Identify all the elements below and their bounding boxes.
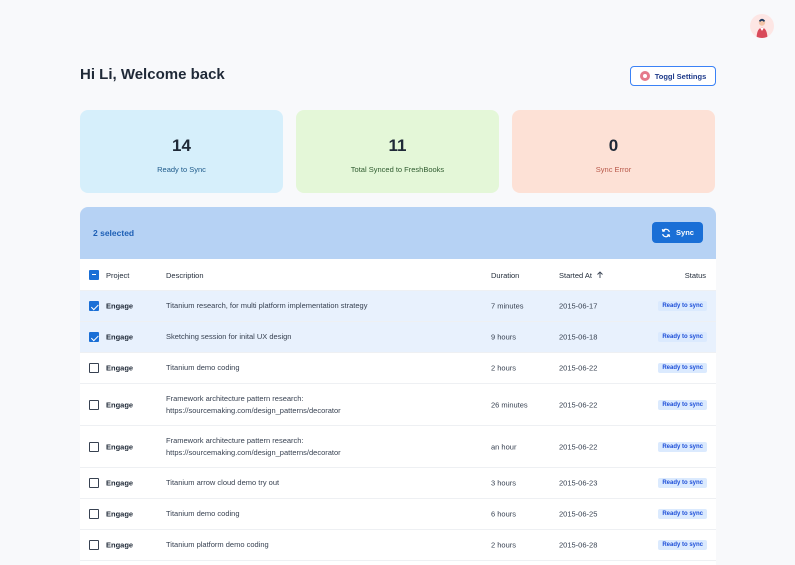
sync-icon [661, 228, 671, 237]
row-checkbox[interactable] [89, 301, 99, 311]
table-row[interactable]: Engage Titanium research, for multi platf… [80, 291, 716, 322]
stat-label: Total Synced to FreshBooks [350, 165, 445, 174]
row-checkbox[interactable] [89, 332, 99, 342]
row-project: Engage [106, 301, 134, 311]
row-description: Titanium arrow cloud demo try out [166, 477, 279, 489]
row-duration: 3 hours [491, 478, 517, 488]
status-badge: Ready to sync [658, 540, 707, 550]
stat-label: Sync Error [595, 165, 632, 174]
column-duration[interactable]: Duration [491, 271, 519, 280]
status-badge: Ready to sync [658, 301, 707, 311]
column-started-at[interactable]: Started At [559, 271, 604, 280]
toggl-icon [639, 71, 650, 81]
row-project: Engage [106, 540, 134, 550]
row-duration: 6 hours [491, 509, 517, 519]
table-header: Project Description Duration Started At … [80, 259, 716, 291]
row-project: Engage [106, 363, 134, 373]
table-row[interactable]: Engage Framework architecture pattern res… [80, 426, 716, 468]
sort-arrow-up-icon [597, 271, 603, 278]
row-description-line: Titanium platform demo coding [166, 540, 269, 549]
row-description: Sketching session for inital UX design [166, 331, 291, 343]
row-description-line: Sketching session for inital UX design [166, 332, 292, 341]
row-checkbox[interactable] [89, 399, 99, 410]
row-checkbox[interactable] [89, 540, 99, 550]
row-started-at: 2015-06-17 [559, 301, 598, 311]
stat-card-error: 0 Sync Error [512, 110, 715, 193]
row-checkbox[interactable] [89, 441, 99, 452]
toggl-settings-button[interactable]: Toggl Settings [630, 66, 716, 86]
selected-count: 2 selected [93, 228, 135, 238]
row-description-line: Titanium demo coding [166, 363, 240, 372]
column-status: Status [684, 271, 706, 280]
status-badge: Ready to sync [658, 399, 707, 410]
row-description-line: Titanium research, for multi platform im… [166, 301, 368, 310]
row-project: Engage [106, 478, 134, 488]
table-row[interactable]: Engage Framework architecture pattern res… [80, 384, 716, 426]
select-all-checkbox[interactable] [89, 269, 99, 280]
column-description[interactable]: Description [166, 271, 204, 280]
row-description-line: Titanium arrow cloud demo try out [166, 478, 280, 487]
status-badge: Ready to sync [658, 363, 707, 373]
row-duration: 9 hours [491, 332, 517, 342]
row-description-line: Titanium demo coding [166, 509, 240, 518]
row-project: Engage [106, 332, 134, 342]
row-description: Titanium research, for multi platform im… [166, 300, 367, 312]
row-project: Engage [106, 400, 134, 409]
row-description-link: https://sourcemaking.com/design_patterns… [166, 405, 341, 415]
status-badge: Ready to sync [658, 332, 707, 342]
selection-bar: 2 selected Sync [80, 207, 716, 259]
status-badge: Ready to sync [658, 441, 707, 452]
sync-label: Sync [676, 228, 694, 237]
table-row[interactable]: Engage Titanium demo coding 2 hours 2015-06… [80, 353, 716, 384]
row-checkbox[interactable] [89, 363, 99, 373]
row-started-at: 2015-06-18 [559, 332, 598, 342]
table-row[interactable]: Engage Titanium platform demo coding 2 hou… [80, 530, 716, 561]
row-started-at: 2015-06-22 [559, 363, 598, 373]
row-duration: 7 minutes [491, 301, 524, 311]
row-description-line: Framework architecture pattern research: [166, 435, 304, 445]
table-row[interactable]: Engage Titanium arrow cloud demo try out 3… [80, 468, 716, 499]
page-title: Hi Li, Welcome back [80, 66, 225, 83]
row-started-at: 2015-06-25 [559, 509, 598, 519]
row-project: Engage [106, 442, 134, 451]
column-project[interactable]: Project [106, 271, 129, 280]
entries-panel: 2 selected Sync Project Description Dura… [80, 207, 716, 565]
row-description: Titanium demo coding [166, 508, 240, 520]
row-description-link: https://sourcemaking.com/design_patterns… [166, 447, 341, 457]
row-description: Framework architecture pattern research:… [166, 435, 341, 459]
table-row[interactable]: Engage Titanium demo coding 6 hours 2015-06… [80, 499, 716, 530]
row-project: Engage [106, 509, 134, 519]
toggl-settings-label: Toggl Settings [654, 71, 707, 81]
row-checkbox[interactable] [89, 478, 99, 488]
row-duration: 26 minutes [491, 400, 528, 409]
stat-card-ready: 14 Ready to Sync [80, 110, 283, 193]
row-description-line: Framework architecture pattern research: [166, 393, 304, 403]
status-badge: Ready to sync [658, 509, 707, 519]
row-checkbox[interactable] [89, 509, 99, 519]
stat-label: Ready to Sync [157, 165, 206, 174]
row-started-at: 2015-06-28 [559, 540, 598, 550]
row-description: Titanium platform demo coding [166, 539, 269, 551]
table-body: Engage Titanium research, for multi platf… [80, 291, 716, 561]
row-description: Titanium demo coding [166, 362, 240, 374]
stat-value: 0 [608, 136, 619, 155]
row-started-at: 2015-06-23 [559, 478, 598, 488]
row-duration: 2 hours [491, 540, 517, 550]
status-badge: Ready to sync [658, 478, 707, 488]
row-duration: an hour [491, 442, 517, 451]
sync-button[interactable]: Sync [652, 222, 703, 243]
user-avatar[interactable] [750, 14, 774, 38]
stat-card-synced: 11 Total Synced to FreshBooks [296, 110, 499, 193]
column-started-at-label: Started At [559, 271, 592, 280]
table-row[interactable]: Engage Sketching session for inital UX de… [80, 322, 716, 353]
row-started-at: 2015-06-22 [559, 442, 598, 451]
row-description: Framework architecture pattern research:… [166, 393, 341, 417]
stat-value: 14 [172, 136, 191, 155]
row-duration: 2 hours [491, 363, 517, 373]
row-started-at: 2015-06-22 [559, 400, 598, 409]
stat-value: 11 [388, 136, 407, 155]
